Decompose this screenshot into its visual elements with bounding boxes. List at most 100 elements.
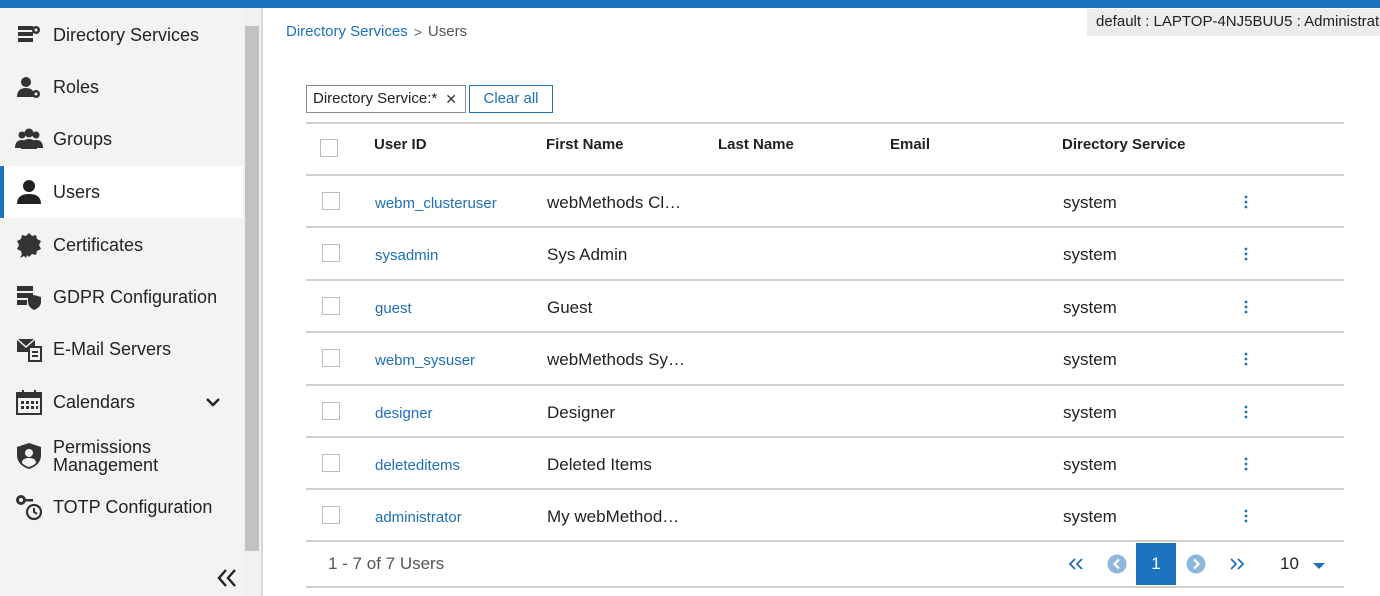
directory-service-cell: system: [1063, 403, 1117, 422]
user-id-link[interactable]: guest: [375, 300, 412, 317]
table-row: sysadmin Sys Admin system: [306, 228, 1344, 280]
sidebar-item-calendars[interactable]: Calendars: [0, 385, 243, 419]
user-id-link[interactable]: designer: [375, 405, 433, 422]
table-row: webm_clusteruser webMethods Cluster User…: [306, 176, 1344, 228]
table-top-border: [306, 122, 1344, 124]
column-header-user-id[interactable]: User ID: [374, 136, 427, 153]
pagination-summary: 1 - 7 of 7 Users: [328, 554, 445, 573]
table-row: webm_sysuser webMethods System User syst…: [306, 333, 1344, 385]
sidebar-item-label: Directory Services: [53, 25, 200, 45]
breadcrumb-separator: >: [413, 23, 422, 40]
breadcrumb-current: Users: [427, 23, 468, 40]
row-actions-icon[interactable]: [1236, 349, 1256, 369]
filter-chip-directory-service: Directory Service:* ✕: [306, 85, 466, 113]
column-header-first-name[interactable]: First Name: [546, 136, 624, 153]
row-actions-icon[interactable]: [1236, 506, 1256, 526]
scrollbar-thumb[interactable]: [245, 26, 259, 551]
first-name-cell: My webMethods Administrator: [547, 507, 687, 526]
user-id-link[interactable]: deleteditems: [375, 457, 460, 474]
mail-server-icon: [14, 334, 44, 364]
first-name-cell: webMethods System User: [547, 350, 687, 369]
chevron-down-icon[interactable]: [204, 392, 222, 413]
table-row: deleteditems Deleted Items system: [306, 438, 1344, 490]
sidebar-item-certificates[interactable]: Certificates: [0, 228, 243, 262]
sidebar-item-label: Users: [53, 182, 101, 202]
remove-filter-icon[interactable]: ✕: [445, 86, 457, 112]
directory-services-icon: [14, 20, 44, 50]
collapse-sidebar-icon[interactable]: [214, 564, 240, 592]
key-clock-icon: [14, 492, 44, 522]
sidebar-item-label: Permissions: [53, 437, 152, 457]
user-id-link[interactable]: administrator: [375, 509, 462, 526]
calendar-icon: [14, 387, 44, 417]
sidebar-item-label: TOTP Configuration: [53, 497, 213, 517]
first-name-cell: Sys Admin: [547, 245, 628, 264]
sidebar-item-email-servers[interactable]: E-Mail Servers: [0, 332, 243, 366]
sidebar-item-label: Certificates: [53, 235, 144, 255]
clear-all-button[interactable]: Clear all: [469, 85, 553, 113]
sidebar-item-label: Groups: [53, 129, 113, 149]
directory-service-cell: system: [1063, 507, 1117, 526]
row-actions-icon[interactable]: [1236, 402, 1256, 422]
user-id-link[interactable]: webm_sysuser: [375, 352, 475, 369]
row-actions-icon[interactable]: [1236, 454, 1256, 474]
first-name-cell: Deleted Items: [547, 455, 652, 474]
row-checkbox[interactable]: [322, 244, 340, 262]
sidebar-item-gdpr-configuration[interactable]: GDPR Configuration: [0, 280, 243, 314]
directory-service-cell: system: [1063, 193, 1117, 212]
sidebar-item-totp-configuration[interactable]: TOTP Configuration: [0, 490, 243, 524]
column-header-last-name[interactable]: Last Name: [718, 136, 794, 153]
top-accent-bar: [0, 0, 1380, 8]
database-shield-icon: [14, 282, 44, 312]
sidebar-item-label: E-Mail Servers: [53, 339, 172, 359]
footer-bottom-border: [306, 586, 1344, 588]
page-size-select[interactable]: 10: [1280, 554, 1299, 574]
page-button-current[interactable]: 1: [1136, 543, 1176, 585]
row-checkbox[interactable]: [322, 454, 340, 472]
row-checkbox[interactable]: [322, 192, 340, 210]
sidebar-item-groups[interactable]: Groups: [0, 122, 243, 156]
user-id-link[interactable]: sysadmin: [375, 247, 438, 264]
context-info: default : LAPTOP-4NJ5BUU5 : Administrato…: [1087, 9, 1380, 36]
first-name-cell: Designer: [547, 403, 616, 422]
row-actions-icon[interactable]: [1236, 244, 1256, 264]
table-row: guest Guest system: [306, 281, 1344, 333]
first-page-icon[interactable]: [1064, 553, 1088, 575]
row-actions-icon[interactable]: [1236, 297, 1256, 317]
breadcrumb: Directory Services > Users: [286, 23, 467, 40]
directory-service-cell: system: [1063, 350, 1117, 369]
filter-chip-label: Directory Service:*: [313, 90, 438, 107]
select-all-checkbox[interactable]: [320, 139, 338, 157]
first-name-cell: webMethods Cluster User: [547, 193, 687, 212]
sidebar-item-label: Roles: [53, 77, 100, 97]
user-id-link[interactable]: webm_clusteruser: [375, 195, 497, 212]
row-checkbox[interactable]: [322, 349, 340, 367]
row-checkbox[interactable]: [322, 506, 340, 524]
sidebar-item-label: Calendars: [53, 392, 136, 412]
sidebar: Directory Services Roles Groups Users Ce…: [0, 8, 243, 596]
row-checkbox[interactable]: [322, 402, 340, 420]
certificate-badge-icon: [14, 230, 44, 260]
user-gear-icon: [14, 72, 44, 102]
next-page-icon[interactable]: [1185, 553, 1207, 575]
first-name-cell: Guest: [547, 298, 593, 317]
directory-service-cell: system: [1063, 455, 1117, 474]
breadcrumb-directory-services[interactable]: Directory Services: [286, 23, 408, 40]
row-checkbox[interactable]: [322, 297, 340, 315]
row-actions-icon[interactable]: [1236, 192, 1256, 212]
column-header-email[interactable]: Email: [890, 136, 930, 153]
table-row: administrator My webMethods Administrato…: [306, 490, 1344, 542]
sidebar-scrollbar[interactable]: [243, 8, 261, 596]
table-bottom-border: [306, 540, 1344, 542]
column-header-directory-service[interactable]: Directory Service: [1062, 136, 1185, 153]
sidebar-item-directory-services[interactable]: Directory Services: [0, 18, 243, 52]
previous-page-icon[interactable]: [1106, 553, 1128, 575]
caret-down-icon[interactable]: [1312, 558, 1326, 576]
last-page-icon[interactable]: [1225, 553, 1249, 575]
directory-service-cell: system: [1063, 245, 1117, 264]
sidebar-item-roles[interactable]: Roles: [0, 70, 243, 104]
shield-user-icon: [14, 441, 44, 471]
table-row: designer Designer system: [306, 386, 1344, 438]
sidebar-item-permissions-management[interactable]: Permissions Management: [0, 436, 243, 476]
sidebar-item-users[interactable]: Users: [0, 166, 243, 218]
